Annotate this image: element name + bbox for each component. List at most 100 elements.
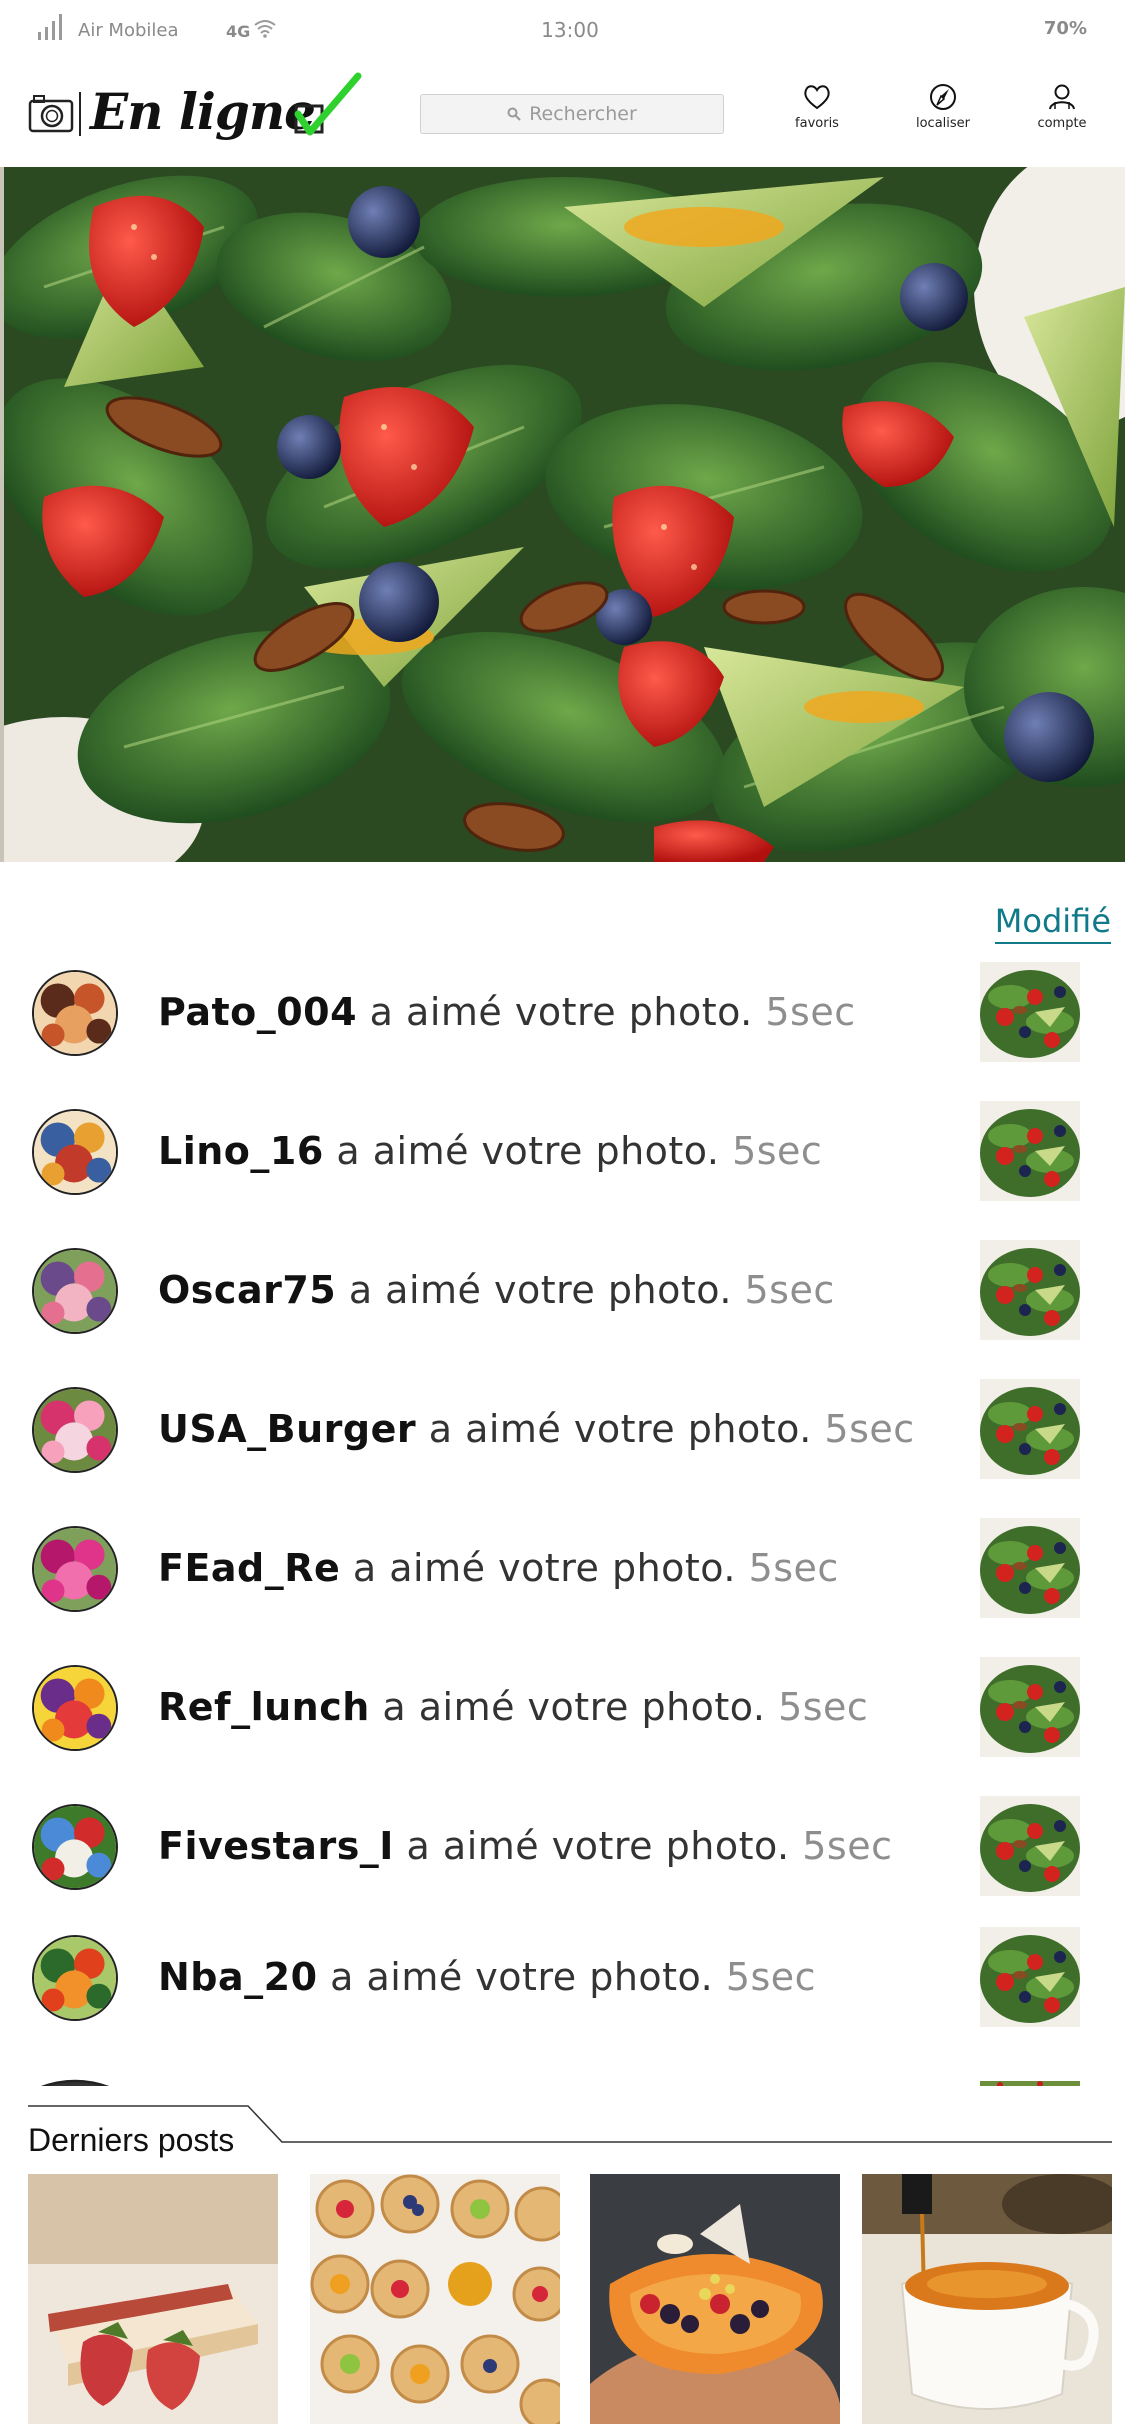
liked-photo-thumbnail[interactable] [980,1240,1080,1340]
notification-time: 5sec [778,1685,869,1729]
notification-row[interactable]: Oscar75 a aimé votre photo. 5sec [0,1240,1125,1358]
notification-username[interactable]: Nba_20 [158,1955,318,1999]
notification-text: Lino_16 a aimé votre photo. 5sec [158,1129,822,1173]
notification-time: 5sec [744,1268,835,1312]
thumbnail-image [980,1240,1080,1340]
notification-row[interactable]: Fivestars_I a aimé votre photo. 5sec [0,1796,1125,1914]
notification-username[interactable]: Ref_lunch [158,1685,370,1729]
avatar-image [34,1111,116,1193]
account-button[interactable]: compte [1012,82,1112,131]
recent-posts-title: Derniers posts [28,2122,235,2158]
post-image-cheesecake [28,2174,278,2424]
app-header: En ligne Rechercher favoris localiser co… [0,62,1125,167]
notification-username[interactable]: FEad_Re [158,1546,340,1590]
carrier-name: Air Mobilea [78,20,179,41]
notification-message: a aimé votre photo. [382,1685,766,1729]
avatar-image [34,1667,116,1749]
notification-row[interactable]: Ref_lunch a aimé votre photo. 5sec [0,1657,1125,1775]
favorites-button[interactable]: favoris [767,82,867,131]
thumbnail-image [980,1796,1080,1896]
notification-row[interactable]: USA_Burger a aimé votre photo. 5sec [0,1379,1125,1497]
user-icon [1049,84,1075,110]
liked-photo-thumbnail[interactable] [980,1796,1080,1896]
notification-time: 5sec [824,1407,915,1451]
user-avatar[interactable] [32,970,118,1056]
avatar-image [34,1528,116,1610]
liked-photo-thumbnail[interactable] [980,1101,1080,1201]
notification-time: 5sec [748,1546,839,1590]
network-type: 4G [226,22,251,41]
account-label: compte [1037,116,1087,131]
status-bar: Air Mobilea 4G 13:00 70% [0,0,1125,62]
liked-photo-thumbnail[interactable] [980,1379,1080,1479]
user-avatar[interactable] [32,1804,118,1890]
notification-time: 5sec [732,1129,823,1173]
notification-text: Ref_lunch a aimé votre photo. 5sec [158,1685,868,1729]
post-image-tartlets [310,2174,560,2424]
notification-row[interactable]: Pato_004 a aimé votre photo. 5sec [0,962,1125,1080]
liked-photo-thumbnail[interactable] [980,1927,1080,2027]
search-placeholder: Rechercher [529,103,637,125]
favorites-label: favoris [795,116,839,131]
brand-logo: En ligne [90,82,316,141]
thumbnail-image [980,1657,1080,1757]
notification-message: a aimé votre photo. [428,1407,812,1451]
avatar-image [34,972,116,1054]
notification-text: Pato_004 a aimé votre photo. 5sec [158,990,856,1034]
search-input[interactable]: Rechercher [420,94,724,134]
notification-row[interactable]: Lino_16 a aimé votre photo. 5sec [0,1101,1125,1219]
notification-message: a aimé votre photo. [369,990,753,1034]
user-avatar[interactable] [32,1248,118,1334]
notification-username[interactable]: Pato_004 [158,990,357,1034]
user-avatar[interactable] [32,1109,118,1195]
avatar-image [34,1937,116,2019]
notification-username[interactable]: Fivestars_I [158,1824,394,1868]
notification-text: USA_Burger a aimé votre photo. 5sec [158,1407,915,1451]
user-avatar[interactable] [32,1665,118,1751]
hero-salad-photo[interactable] [4,167,1125,862]
notification-text: Nba_20 a aimé votre photo. 5sec [158,1955,816,1999]
status-time: 13:00 [541,18,599,42]
liked-photo-thumbnail[interactable] [980,1657,1080,1757]
notification-time: 5sec [802,1824,893,1868]
modified-link[interactable]: Modifié [994,902,1111,944]
notification-message: a aimé votre photo. [406,1824,790,1868]
salad-image [4,167,1125,862]
notification-message: a aimé votre photo. [348,1268,732,1312]
recent-posts-header: Derniers posts [0,2100,1125,2160]
notification-text: Fivestars_I a aimé votre photo. 5sec [158,1824,892,1868]
thumbnail-image [980,1379,1080,1479]
post-papaya[interactable] [590,2174,840,2424]
notification-time: 5sec [765,990,856,1034]
post-image-tea [862,2174,1112,2424]
thumbnail-image [980,1927,1080,2027]
user-avatar[interactable] [32,1387,118,1473]
notification-username[interactable]: Oscar75 [158,1268,336,1312]
user-avatar[interactable] [32,1935,118,2021]
thumbnail-image [980,1518,1080,1618]
avatar-image [34,1250,116,1332]
avatar-image [34,1806,116,1888]
notification-username[interactable]: USA_Burger [158,1407,416,1451]
notification-time: 5sec [725,1955,817,1999]
notification-row[interactable]: FEad_Re a aimé votre photo. 5sec [0,1518,1125,1636]
camera-icon[interactable] [28,94,74,134]
post-tartlets[interactable] [310,2174,560,2424]
locate-button[interactable]: localiser [893,82,993,131]
notification-message: a aimé votre photo. [330,1955,714,1999]
user-avatar[interactable] [32,1526,118,1612]
search-icon [507,107,521,121]
post-cheesecake[interactable] [28,2174,278,2424]
liked-photo-thumbnail[interactable] [980,1518,1080,1618]
thumbnail-image [980,1101,1080,1201]
notification-message: a aimé votre photo. [336,1129,720,1173]
thumbnail-image [980,962,1080,1062]
notification-username[interactable]: Lino_16 [158,1129,324,1173]
checkbox-check-icon [294,72,362,136]
heart-icon [804,85,830,110]
partial-row-graphics [40,2079,1080,2086]
notification-row[interactable]: Nba_20 a aimé votre photo. 5sec [0,1927,1125,2045]
post-tea[interactable] [862,2174,1112,2424]
wifi-icon [254,20,276,38]
liked-photo-thumbnail[interactable] [980,962,1080,1062]
